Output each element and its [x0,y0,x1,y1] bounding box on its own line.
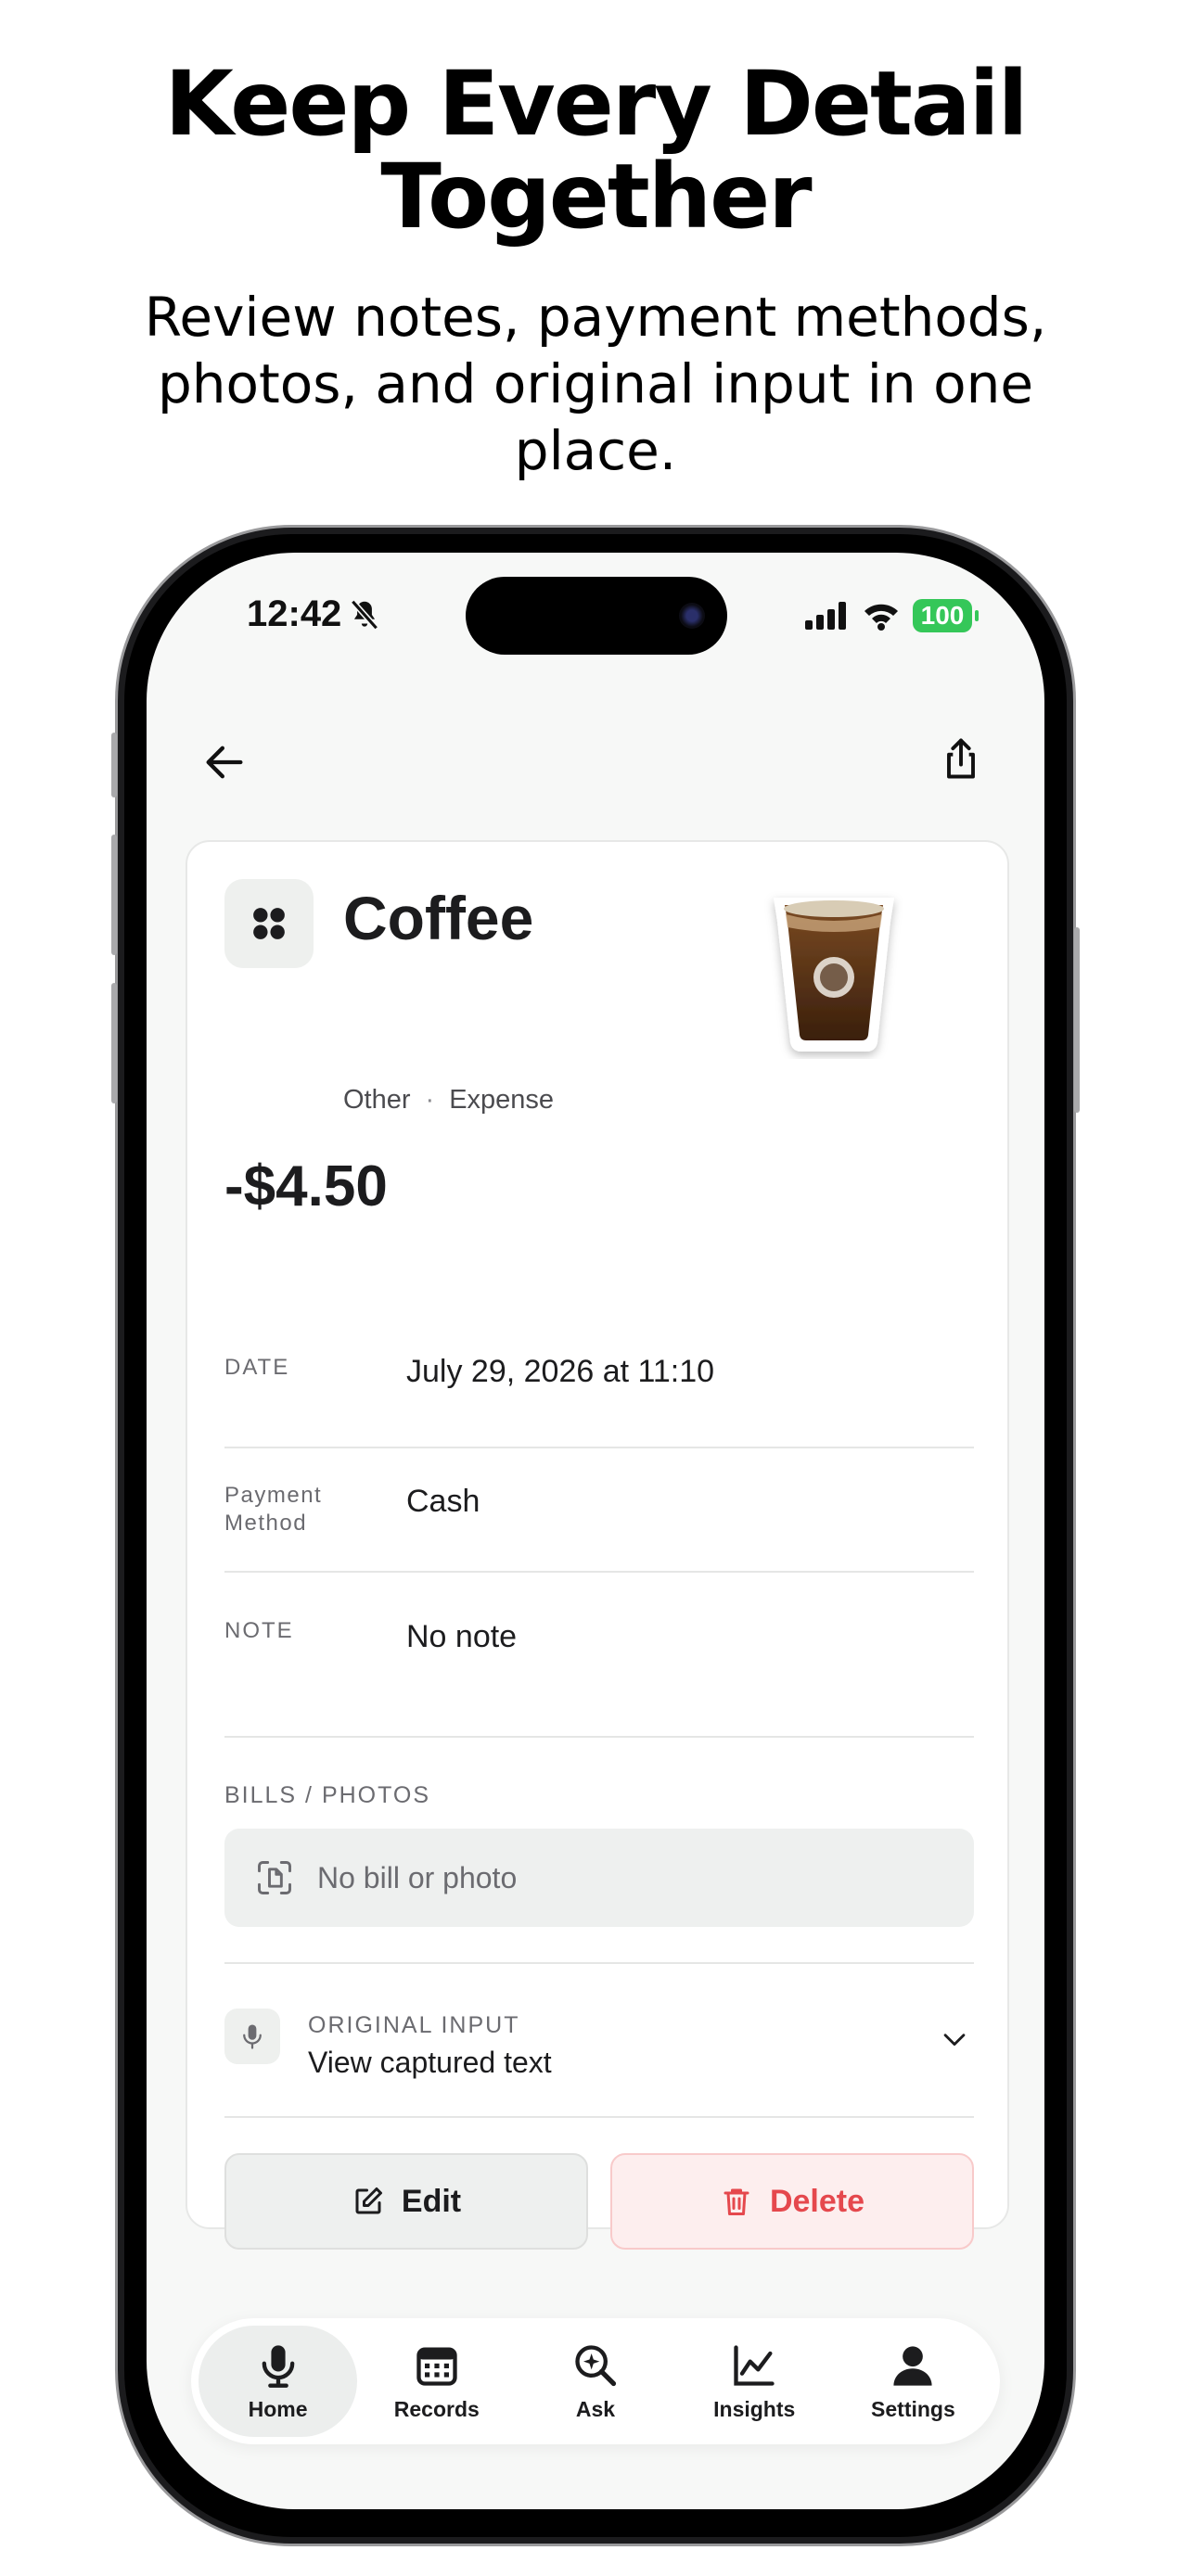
marketing-subheadline: Review notes, payment methods, photos, a… [144,286,1047,482]
bills-empty-text: No bill or photo [317,1860,518,1894]
record-detail-card: Coffee Other · Expense -$4.50 DATE July … [186,840,1009,2250]
tab-ask-label: Ask [575,2396,616,2421]
tab-records[interactable]: Records [357,2326,516,2437]
chevron-down-icon[interactable] [939,2023,970,2055]
calendar-icon [416,2347,457,2386]
grid-dots-icon [253,908,285,939]
edit-button[interactable]: Edit [224,2153,588,2250]
battery-icon: 100 [913,599,979,632]
headline-line-2: Together [380,145,812,249]
tab-home[interactable]: Home [198,2326,358,2437]
camera-lens [679,603,705,629]
note-label: NOTE [224,1618,294,1643]
edit-label: Edit [401,2183,462,2219]
payment-method-row: Payment Method Cash [224,1448,974,1573]
bell-slash-icon [350,599,379,631]
note-value: No note [406,1619,518,1654]
status-time: 12:42 [247,593,342,634]
phone-action-button [111,733,117,797]
payment-method-label: Payment Method [224,1483,323,1536]
bills-photos-label: BILLS / PHOTOS [224,1782,431,1808]
meta-separator: · [425,1085,435,1115]
signal-icon [805,602,846,630]
type-label: Expense [449,1085,555,1115]
record-amount: -$4.50 [224,1154,388,1218]
search-sparkle-icon [575,2344,617,2386]
person-icon [893,2345,932,2386]
tab-settings-label: Settings [871,2396,955,2421]
original-input-label: ORIGINAL INPUT [308,2012,520,2038]
payment-method-value: Cash [406,1484,480,1519]
tab-bar: Home Records Ask Insights Settings [191,2318,1000,2444]
marketing-headline: Keep Every Detail Together [0,57,1191,243]
headline-line-1: Keep Every Detail [164,52,1029,156]
mic-tile [224,2009,280,2064]
mic-icon [243,2024,262,2049]
delete-button[interactable]: Delete [610,2153,974,2250]
original-input-value: View captured text [308,2046,552,2079]
mic-icon [262,2344,294,2388]
phone-volume-up-button [111,835,117,955]
status-indicators: 100 [805,599,979,632]
record-title: Coffee [343,884,534,952]
wifi-icon [864,604,898,631]
phone-power-button [1074,927,1080,1113]
chart-line-icon [734,2344,775,2386]
date-label: DATE [224,1355,290,1380]
note-row: NOTE No note [224,1573,974,1738]
date-row: DATE July 29, 2026 at 11:10 [224,1313,974,1448]
tab-ask[interactable]: Ask [516,2326,674,2437]
tab-home-label: Home [248,2396,308,2421]
edit-icon [355,2187,382,2214]
share-icon[interactable] [937,734,985,783]
phone-volume-down-button [111,983,117,1103]
tab-records-label: Records [393,2396,480,2421]
coffee-cup-photo [774,898,894,1052]
tab-insights[interactable]: Insights [675,2326,834,2437]
original-input-row[interactable]: ORIGINAL INPUT View captured text [224,1962,974,2118]
dynamic-island [466,577,727,655]
category-label: Other [343,1085,411,1115]
delete-label: Delete [769,2183,865,2219]
document-scan-icon [258,1861,291,1894]
app-screen: 12:42 100 Coffee Other · Expense -$4.50 … [147,553,1044,2509]
category-tile [224,879,314,968]
trash-icon [724,2188,749,2215]
tab-insights-label: Insights [713,2396,796,2421]
arrow-left-icon[interactable] [200,738,249,786]
tab-settings[interactable]: Settings [834,2326,992,2437]
date-value: July 29, 2026 at 11:10 [406,1354,715,1389]
record-meta: Other · Expense [343,1085,554,1116]
bills-photos-empty[interactable]: No bill or photo [224,1829,974,1927]
